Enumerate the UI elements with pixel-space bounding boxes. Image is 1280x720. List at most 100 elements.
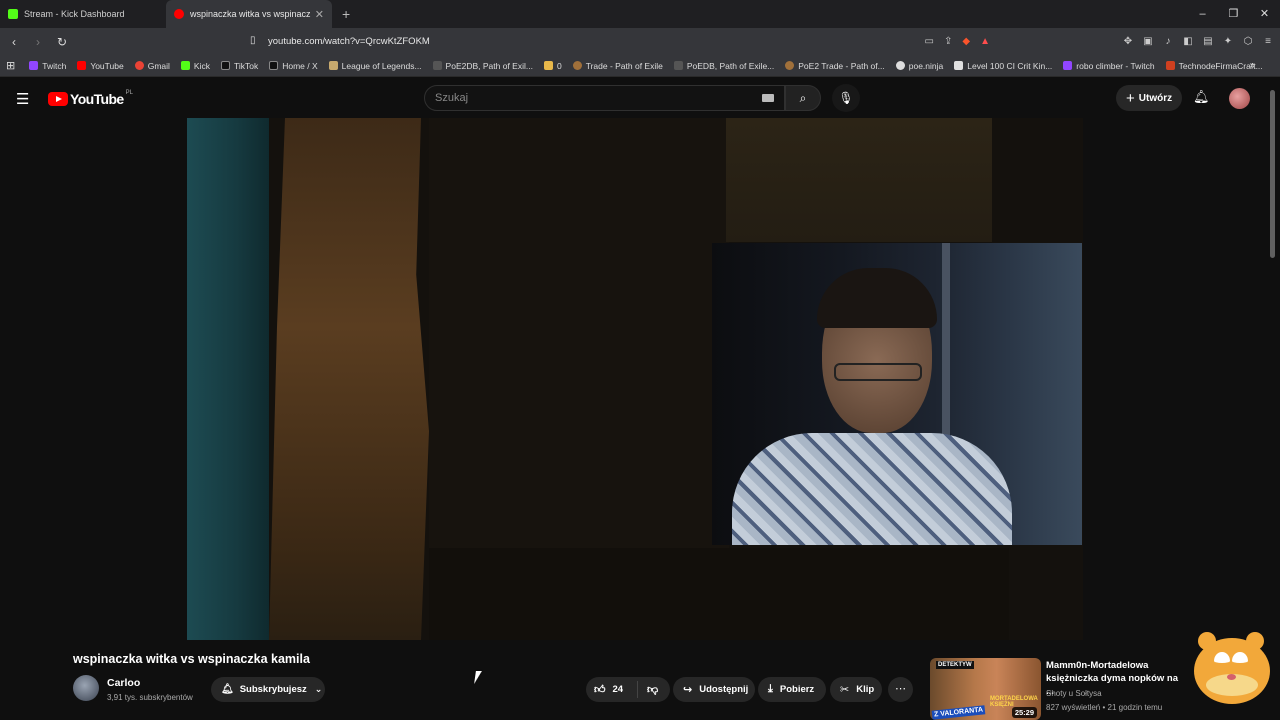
poedb-icon (432, 61, 442, 70)
bookmark-gmail[interactable]: Gmail (134, 61, 170, 71)
vpn-icon[interactable]: ⬡ (1242, 36, 1254, 48)
subscribed-label: Subskrybujesz (239, 684, 307, 695)
restore-icon[interactable]: ❐ (1218, 0, 1249, 28)
clip-label: Klip (856, 684, 875, 695)
bookmark-kick[interactable]: Kick (180, 60, 210, 71)
scissors-icon: ✂ (840, 684, 850, 696)
thumbs-down-icon: 👎︎ (647, 684, 659, 696)
address-bar[interactable]: ▯ youtube.com/watch?v=QrcwKtZFOKM (244, 30, 994, 53)
bookmark-poedb[interactable]: PoEDB, Path of Exile... (673, 60, 775, 71)
voice-search-button[interactable]: 🎙︎ (832, 84, 860, 112)
leo-ai-icon[interactable]: ✦ (1222, 36, 1234, 48)
close-window-icon[interactable]: ✕ (1249, 0, 1280, 28)
brave-rewards-icon[interactable]: ▲ (980, 36, 990, 47)
reload-icon[interactable]: ↻ (52, 35, 72, 49)
youtube-logo[interactable]: YouTube PL (48, 90, 133, 107)
new-tab-button[interactable]: + (342, 6, 350, 22)
youtube-logo-text: YouTube (70, 91, 124, 107)
bookmark-label: Kick (193, 60, 210, 71)
bookmark-technode[interactable]: TechnodeFirmaCraft... (1165, 61, 1263, 71)
apps-grid-icon[interactable]: ⊞ (6, 59, 15, 72)
technode-icon (1165, 61, 1175, 70)
like-button[interactable]: 👍︎ 24 (586, 681, 638, 698)
notifications-bell-icon[interactable]: 🔔︎ (1193, 89, 1210, 105)
video-title: wspinaczka witka vs wspinaczka kamila (73, 652, 310, 666)
poe-trade-icon (572, 61, 582, 70)
bookmark-label: Home / X (282, 60, 318, 71)
bookmark-poe-ninja[interactable]: poe.ninja (895, 61, 943, 71)
sidebar-icon[interactable]: ◧ (1182, 36, 1194, 48)
tab-title: wspinaczka witka vs wspinacz (190, 9, 311, 19)
tab-search-icon[interactable]: ▤ (1202, 36, 1214, 48)
subscribed-button[interactable]: 🔔︎ Subskrybujesz ⌄ (211, 677, 325, 702)
video-scene-wall (726, 118, 992, 242)
bookmark-label: Level 100 CI Crit Kin... (967, 60, 1053, 71)
bookmark-twitch[interactable]: Twitch (29, 61, 66, 71)
download-button[interactable]: ⤓ Pobierz (758, 677, 826, 702)
recommended-video-thumbnail[interactable]: DETEKTYW MORTADELOWA KSIĘŻNI Z VALORANTA… (930, 658, 1041, 720)
bookmark-label: TikTok (233, 60, 259, 71)
channel-avatar[interactable] (73, 675, 99, 701)
bookmark-trade-poe[interactable]: Trade - Path of Exile (572, 61, 663, 71)
music-icon[interactable]: ♪ (1162, 36, 1174, 48)
guide-menu-icon[interactable]: ☰ (16, 90, 29, 108)
browser-tab-bar: Stream - Kick Dashboard wspinaczka witka… (0, 0, 1280, 28)
close-tab-icon[interactable]: ✕ (315, 8, 324, 21)
bookmark-tiktok[interactable]: TikTok (220, 60, 259, 71)
forward-icon[interactable]: › (28, 35, 48, 49)
keyboard-icon[interactable] (762, 94, 774, 102)
brave-shield-icon[interactable]: ◆ (962, 36, 970, 47)
more-actions-icon[interactable]: ⋯ (888, 677, 913, 702)
channel-name[interactable]: Carloo (107, 677, 140, 689)
kick-icon (180, 61, 190, 70)
youtube-icon (77, 61, 87, 70)
recommended-channel-name[interactable]: Shoty u Sołtysa (1046, 689, 1102, 698)
clip-button[interactable]: ✂ Klip (830, 677, 882, 702)
bookmarks-bar: ⊞ Twitch YouTube Gmail Kick TikTok Home … (0, 55, 1280, 77)
bookmark-label: PoE2 Trade - Path of... (798, 60, 885, 71)
menu-icon[interactable]: ≡ (1262, 36, 1274, 48)
league-icon (328, 61, 338, 70)
wallet-icon[interactable]: ▣ (1142, 36, 1154, 48)
search-button[interactable]: ⌕ (785, 85, 821, 111)
bookmark-x[interactable]: Home / X (269, 60, 318, 71)
share-page-icon[interactable]: ⇪ (944, 36, 952, 47)
share-button[interactable]: ↪ Udostępnij (673, 677, 755, 702)
youtube-play-icon (48, 92, 68, 106)
back-icon[interactable]: ‹ (4, 35, 24, 49)
bookmark-level100[interactable]: Level 100 CI Crit Kin... (954, 61, 1052, 71)
page-icon (954, 61, 964, 70)
bookmark-youtube[interactable]: YouTube (77, 61, 124, 71)
tab-kick-dashboard[interactable]: Stream - Kick Dashboard (0, 0, 166, 28)
thumbnail-text: Z VALORANTA (931, 705, 986, 720)
user-avatar[interactable] (1229, 88, 1250, 109)
recommended-video-meta: 827 wyświetleń • 21 godzin temu (1046, 703, 1163, 712)
url-text[interactable]: youtube.com/watch?v=QrcwKtZFOKM (268, 36, 430, 47)
share-icon: ↪ (683, 684, 693, 696)
create-button[interactable]: + Utwórz (1116, 85, 1183, 111)
window-controls: – ❐ ✕ (1187, 0, 1280, 28)
search-input[interactable] (425, 86, 725, 110)
bookmark-icon[interactable]: ▯ (250, 35, 256, 46)
bookmark-league[interactable]: League of Legends... (328, 61, 422, 71)
bookmark-poe2db[interactable]: PoE2DB, Path of Exil... (432, 61, 533, 71)
bookmark-label: robo climber - Twitch (1076, 60, 1155, 71)
more-bookmarks-icon[interactable]: » (1249, 60, 1255, 71)
dislike-button[interactable]: 👎︎ (638, 683, 658, 696)
bookmark-robo-climber[interactable]: robo climber - Twitch (1063, 60, 1155, 71)
page-scrollbar[interactable] (1270, 90, 1275, 258)
extensions-icon[interactable]: ✥ (1122, 36, 1134, 48)
ninja-icon (895, 61, 905, 70)
tab-youtube-video[interactable]: wspinaczka witka vs wspinacz ✕ (166, 0, 332, 28)
cast-icon[interactable]: ▭ (925, 36, 934, 47)
share-label: Udostępnij (699, 684, 749, 695)
bookmark-poe2-trade[interactable]: PoE2 Trade - Path of... (785, 60, 885, 71)
webcam-person-glasses (834, 363, 922, 381)
bookmark-folder[interactable]: 0 (543, 61, 562, 71)
mouse-cursor-icon (474, 671, 482, 684)
create-label: Utwórz (1138, 92, 1173, 104)
thumbnail-text: DETEKTYW (936, 661, 974, 669)
video-player[interactable] (187, 118, 1083, 640)
bookmark-label: PoEDB, Path of Exile... (686, 60, 775, 71)
minimize-icon[interactable]: – (1187, 0, 1218, 28)
